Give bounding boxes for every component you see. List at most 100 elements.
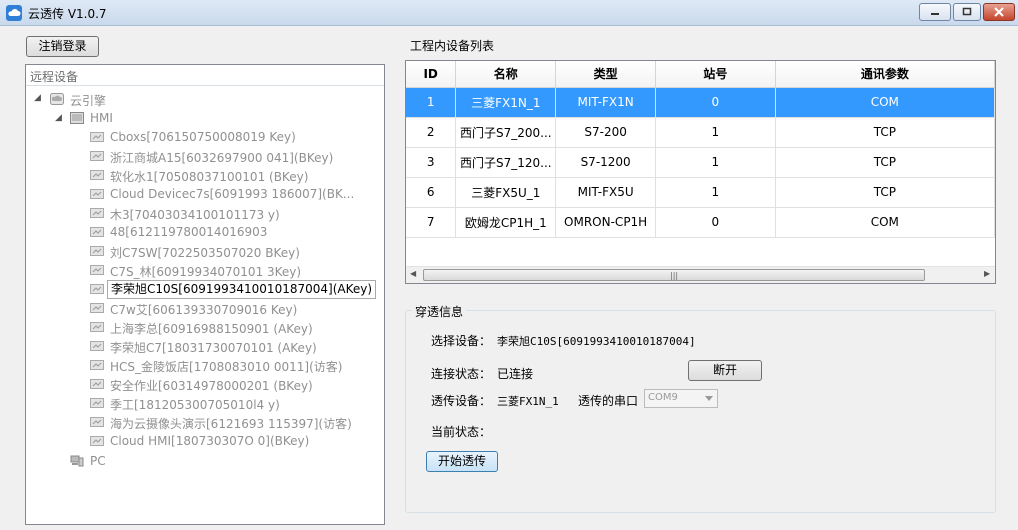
table-cell: TCP	[775, 147, 995, 178]
table-cell: 7	[406, 207, 457, 238]
device-icon	[90, 226, 104, 238]
tree-device-label: 浙江商城A15[6032697900 041](BKey)	[110, 151, 334, 165]
tree-device-label: 软化水1[70508037100101 (BKey)	[110, 170, 309, 184]
select-device-value: 李荣旭C10S[6091993410010187004]	[497, 335, 696, 348]
device-icon	[90, 207, 104, 219]
minimize-button[interactable]	[919, 3, 951, 21]
tree-device-label: 木3[70403034100101173 y)	[110, 208, 280, 222]
device-list-title: 工程内设备列表	[410, 39, 495, 53]
expand-arrow-icon[interactable]: ◢	[55, 113, 62, 123]
table-cell: S7-1200	[555, 147, 657, 178]
table-cell: 1	[655, 177, 776, 208]
cloud-engine-icon	[50, 93, 64, 105]
device-table[interactable]: ID 名称 类型 站号 通讯参数 1 三菱FX1N_1 MIT-FX1N 0 COM 2 西门子S7…	[405, 60, 996, 284]
tree-device-label: Cloud HMI[180730307O 0](BKey)	[110, 434, 310, 448]
title-bar: 云透传 V1.0.7	[0, 0, 1018, 26]
tree-device-label: 李荣旭C7[18031730070101 (AKey)	[110, 341, 317, 355]
expand-arrow-icon[interactable]: ◢	[34, 93, 41, 103]
device-icon	[90, 283, 104, 295]
maximize-button[interactable]	[953, 3, 981, 21]
passthrough-group	[405, 310, 996, 513]
table-cell: 三菱FX1N_1	[455, 87, 557, 118]
maximize-icon	[962, 7, 972, 16]
pass-device-label: 透传设备：	[431, 394, 492, 408]
passthrough-group-title: 穿透信息	[412, 303, 467, 320]
logout-button[interactable]: 注销登录	[26, 36, 99, 57]
table-row[interactable]: 2 西门子S7_200... S7-200 1 TCP	[406, 117, 995, 148]
table-cell: COM	[775, 87, 995, 118]
horizontal-scrollbar[interactable]: ◀ ||| ▶	[406, 266, 995, 283]
column-header[interactable]: 类型	[555, 61, 657, 88]
device-icon	[90, 435, 104, 447]
table-cell: OMRON-CP1H	[555, 207, 657, 238]
table-row[interactable]: 6 三菱FX5U_1 MIT-FX5U 1 TCP	[406, 177, 995, 208]
tree-device-label: 季工[181205300705010l4 y)	[110, 398, 280, 412]
device-icon	[90, 340, 104, 352]
column-header[interactable]: ID	[406, 61, 457, 88]
hmi-icon	[70, 112, 84, 124]
close-button[interactable]	[983, 3, 1015, 21]
device-icon	[90, 416, 104, 428]
scroll-left-icon[interactable]: ◀	[410, 269, 416, 278]
pass-device-value: 三菱FX1N_1	[497, 395, 559, 408]
remote-device-header: 远程设备	[26, 65, 384, 86]
tree-device-label: Cboxs[706150750008019 Key)	[110, 130, 296, 144]
table-cell: TCP	[775, 117, 995, 148]
table-cell: 三菱FX5U_1	[455, 177, 557, 208]
device-icon	[90, 188, 104, 200]
conn-status-label: 连接状态：	[431, 367, 492, 381]
pc-icon	[70, 455, 84, 467]
table-cell: COM	[775, 207, 995, 238]
device-icon	[90, 302, 104, 314]
scroll-right-icon[interactable]: ▶	[984, 269, 990, 278]
tree-device-label: 李荣旭C10S[6091993410010187004](AKey)	[107, 280, 377, 299]
table-cell: MIT-FX5U	[555, 177, 657, 208]
table-cell: 1	[655, 147, 776, 178]
table-cell: 6	[406, 177, 457, 208]
table-cell: S7-200	[555, 117, 657, 148]
tree-device-label: C7w艾[606139330709016 Key)	[110, 303, 298, 317]
tree-root-label: 云引擎	[70, 94, 107, 108]
device-icon	[90, 245, 104, 257]
minimize-icon	[931, 13, 939, 15]
tree-device-label: 上海李总[60916988150901 (AKey)	[110, 322, 313, 336]
serial-port-label: 透传的串口	[578, 394, 639, 408]
tree-device-label: C7S_林[60919934070101 3Key)	[110, 265, 302, 279]
column-header[interactable]: 名称	[455, 61, 557, 88]
table-cell: 0	[655, 87, 776, 118]
table-cell: TCP	[775, 177, 995, 208]
column-header[interactable]: 通讯参数	[775, 61, 995, 88]
column-header[interactable]: 站号	[655, 61, 776, 88]
table-cell: 西门子S7_200...	[455, 117, 557, 148]
serial-port-value: COM9	[648, 392, 678, 403]
device-icon	[90, 264, 104, 276]
disconnect-button[interactable]: 断开	[688, 360, 762, 381]
scrollbar-thumb[interactable]: |||	[423, 269, 925, 281]
chevron-down-icon	[705, 396, 713, 401]
tree-device-label: 48[612119780014016903	[110, 225, 268, 239]
table-cell: MIT-FX1N	[555, 87, 657, 118]
remote-device-tree[interactable]: 远程设备 ◢ 云引擎 ◢ HMI Cboxs[706150750008019 K…	[25, 64, 385, 525]
tree-device-label: Cloud Devicec7s[6091993 186007](BK...	[110, 187, 355, 201]
device-icon	[90, 359, 104, 371]
table-row[interactable]: 1 三菱FX1N_1 MIT-FX1N 0 COM	[406, 87, 995, 118]
device-icon	[90, 378, 104, 390]
table-cell: 欧姆龙CP1H_1	[455, 207, 557, 238]
device-icon	[90, 169, 104, 181]
device-icon	[90, 131, 104, 143]
window-title: 云透传 V1.0.7	[28, 7, 107, 21]
table-cell: 1	[406, 87, 457, 118]
tree-device-label: HCS_金陵饭店[1708083010 0011](访客)	[110, 360, 343, 374]
table-cell: 3	[406, 147, 457, 178]
table-cell: 1	[655, 117, 776, 148]
table-cell: 0	[655, 207, 776, 238]
cloud-app-icon	[6, 5, 22, 21]
select-device-label: 选择设备：	[431, 334, 492, 348]
table-row[interactable]: 7 欧姆龙CP1H_1 OMRON-CP1H 0 COM	[406, 207, 995, 238]
table-row[interactable]: 3 西门子S7_120... S7-1200 1 TCP	[406, 147, 995, 178]
start-passthrough-button[interactable]: 开始透传	[426, 451, 498, 472]
device-icon	[90, 150, 104, 162]
serial-port-select[interactable]: COM9	[644, 389, 718, 408]
table-cell: 西门子S7_120...	[455, 147, 557, 178]
tree-hmi-label: HMI	[90, 111, 113, 125]
